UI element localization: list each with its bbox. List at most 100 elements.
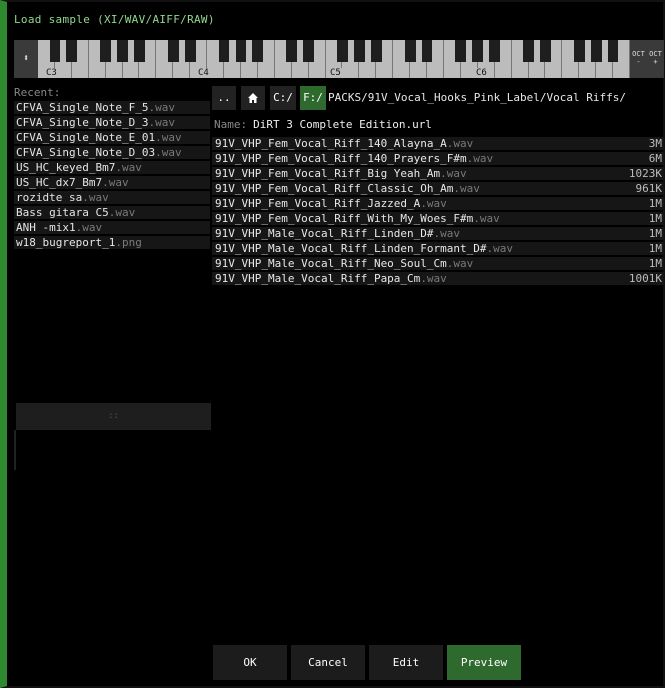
preview-button[interactable]: Preview [447,645,521,680]
black-key[interactable] [235,40,247,62]
black-key[interactable] [573,40,585,62]
pane-splitter[interactable]: :: [16,403,211,430]
file-name-cell: 91V_VHP_Fem_Vocal_Riff_With_My_Woes_F#m.… [215,212,500,225]
octave-up-button[interactable]: OCT + [647,40,664,78]
recent-item-ext: .wav [148,116,175,129]
black-key[interactable] [286,40,298,62]
file-name: 91V_VHP_Fem_Vocal_Riff_140_Prayers_F#m [215,152,467,165]
file-name: 91V_VHP_Male_Vocal_Riff_Papa_Cm [215,272,421,285]
file-row[interactable]: 91V_VHP_Fem_Vocal_Riff_Classic_Oh_Am.wav… [212,182,664,195]
current-path: PACKS/91V_Vocal_Hooks_Pink_Label/Vocal R… [328,91,627,104]
black-key[interactable] [100,40,112,62]
black-key[interactable] [252,40,264,62]
file-size: 961K [635,182,663,195]
piano-keyboard[interactable]: ⬍ C3 C4 C5 C6 OCT - OCT + [14,40,664,78]
file-size: 6M [648,152,662,165]
recent-list[interactable]: CFVA_Single_Note_F_5.wav CFVA_Single_Note… [14,101,210,251]
file-ext: .wav [440,167,467,180]
recent-item[interactable]: CFVA_Single_Note_D_03.wav [14,146,210,159]
recent-item[interactable]: CFVA_Single_Note_E_01.wav [14,131,210,144]
black-key[interactable] [370,40,382,62]
home-icon [248,93,258,103]
octave-label: C5 [328,68,343,78]
black-key[interactable] [472,40,484,62]
recent-item-ext: .wav [82,191,109,204]
file-size: 1M [648,257,662,270]
file-row[interactable]: 91V_VHP_Male_Vocal_Riff_Linden_D#.wav 1M [212,227,664,240]
name-field[interactable]: DiRT 3 Complete Edition.url [253,118,432,131]
octave-down-button[interactable]: OCT - [630,40,647,78]
edit-button[interactable]: Edit [369,645,443,680]
recent-item[interactable]: Bass gitara C5.wav [14,206,210,219]
black-key[interactable] [455,40,467,62]
file-name: 91V_VHP_Male_Vocal_Riff_Linden_Formant_D… [215,242,487,255]
home-button[interactable] [241,86,265,110]
file-size: 1001K [628,272,662,285]
file-size: 1M [648,227,662,240]
file-name-cell: 91V_VHP_Fem_Vocal_Riff_140_Alayna_A.wav [215,137,473,150]
recent-item[interactable]: US_HC_dx7_Bm7.wav [14,176,210,189]
recent-item[interactable]: CFVA_Single_Note_D_3.wav [14,116,210,129]
black-key[interactable] [49,40,61,62]
file-row[interactable]: 91V_VHP_Fem_Vocal_Riff_140_Prayers_F#m.w… [212,152,664,165]
black-key[interactable] [607,40,619,62]
file-name: 91V_VHP_Fem_Vocal_Riff_Classic_Oh_Am [215,182,454,195]
black-key[interactable] [523,40,534,62]
recent-item-ext: .png [115,236,142,249]
ok-button[interactable]: OK [213,645,287,680]
recent-item-name: w18_bugreport_1 [16,236,116,249]
recent-item-ext: .wav [108,206,136,219]
keyboard-keys[interactable]: C3 C4 C5 C6 [38,40,630,78]
recent-item-name: ANH -mix1 [16,221,76,234]
black-key[interactable] [303,40,315,62]
black-key[interactable] [134,40,145,62]
drive-c-button[interactable]: C:/ [270,86,296,110]
file-name-cell: 91V_VHP_Male_Vocal_Riff_Papa_Cm.wav [215,272,447,285]
file-row[interactable]: 91V_VHP_Fem_Vocal_Riff_Big Yeah_Am.wav 10… [212,167,664,180]
recent-item-name: US_HC_dx7_Bm7 [16,176,103,189]
file-ext: .wav [486,242,514,255]
drive-f-button[interactable]: F:/ [300,86,326,110]
recent-item-name: rozidte sa [16,191,83,204]
black-key[interactable] [353,40,365,62]
file-row[interactable]: 91V_VHP_Male_Vocal_Riff_Neo_Soul_Cm.wav 1… [212,257,664,270]
black-key[interactable] [167,40,179,62]
cancel-button[interactable]: Cancel [291,645,365,680]
recent-item[interactable]: US_HC_keyed_Bm7.wav [14,161,210,174]
name-row[interactable]: Name: DiRT 3 Complete Edition.url [214,118,432,131]
black-key[interactable] [117,40,128,62]
file-row[interactable]: 91V_VHP_Fem_Vocal_Riff_140_Alayna_A.wav 3… [212,137,664,150]
black-key[interactable] [337,40,348,62]
recent-item-ext: .wav [115,161,142,174]
recent-item[interactable]: w18_bugreport_1.png [14,236,210,249]
file-name: 91V_VHP_Fem_Vocal_Riff_Jazzed_A [215,197,421,210]
keyboard-scroll-arrows-icon[interactable]: ⬍ [14,40,38,78]
recent-item[interactable]: rozidte sa.wav [14,191,210,204]
file-row[interactable]: 91V_VHP_Male_Vocal_Riff_Papa_Cm.wav 1001K [212,272,664,285]
octave-label: C6 [474,68,489,78]
black-key[interactable] [184,40,196,62]
recent-item-ext: .wav [155,131,182,144]
file-name: 91V_VHP_Fem_Vocal_Riff_With_My_Woes_F#m [215,212,474,225]
file-ext: .wav [446,257,474,270]
recent-item-ext: .wav [148,101,175,114]
black-key[interactable] [540,40,551,62]
file-ext: .wav [446,137,474,150]
file-size: 1023K [628,167,662,180]
black-key[interactable] [404,40,416,62]
recent-item[interactable]: ANH -mix1.wav [14,221,210,234]
file-size: 1M [648,197,662,210]
file-name: 91V_VHP_Fem_Vocal_Riff_Big Yeah_Am [215,167,441,180]
black-key[interactable] [421,40,433,62]
file-row[interactable]: 91V_VHP_Fem_Vocal_Riff_With_My_Woes_F#m.… [212,212,664,225]
file-name-cell: 91V_VHP_Male_Vocal_Riff_Linden_D#.wav [215,227,460,240]
parent-dir-button[interactable]: .. [212,86,236,110]
black-key[interactable] [218,40,230,62]
file-row[interactable]: 91V_VHP_Male_Vocal_Riff_Linden_Formant_D… [212,242,664,255]
recent-item[interactable]: CFVA_Single_Note_F_5.wav [14,101,210,114]
black-key[interactable] [66,40,78,62]
file-list[interactable]: 91V_VHP_Fem_Vocal_Riff_140_Alayna_A.wav 3… [212,137,664,287]
black-key[interactable] [489,40,501,62]
black-key[interactable] [590,40,602,62]
file-row[interactable]: 91V_VHP_Fem_Vocal_Riff_Jazzed_A.wav 1M [212,197,664,210]
